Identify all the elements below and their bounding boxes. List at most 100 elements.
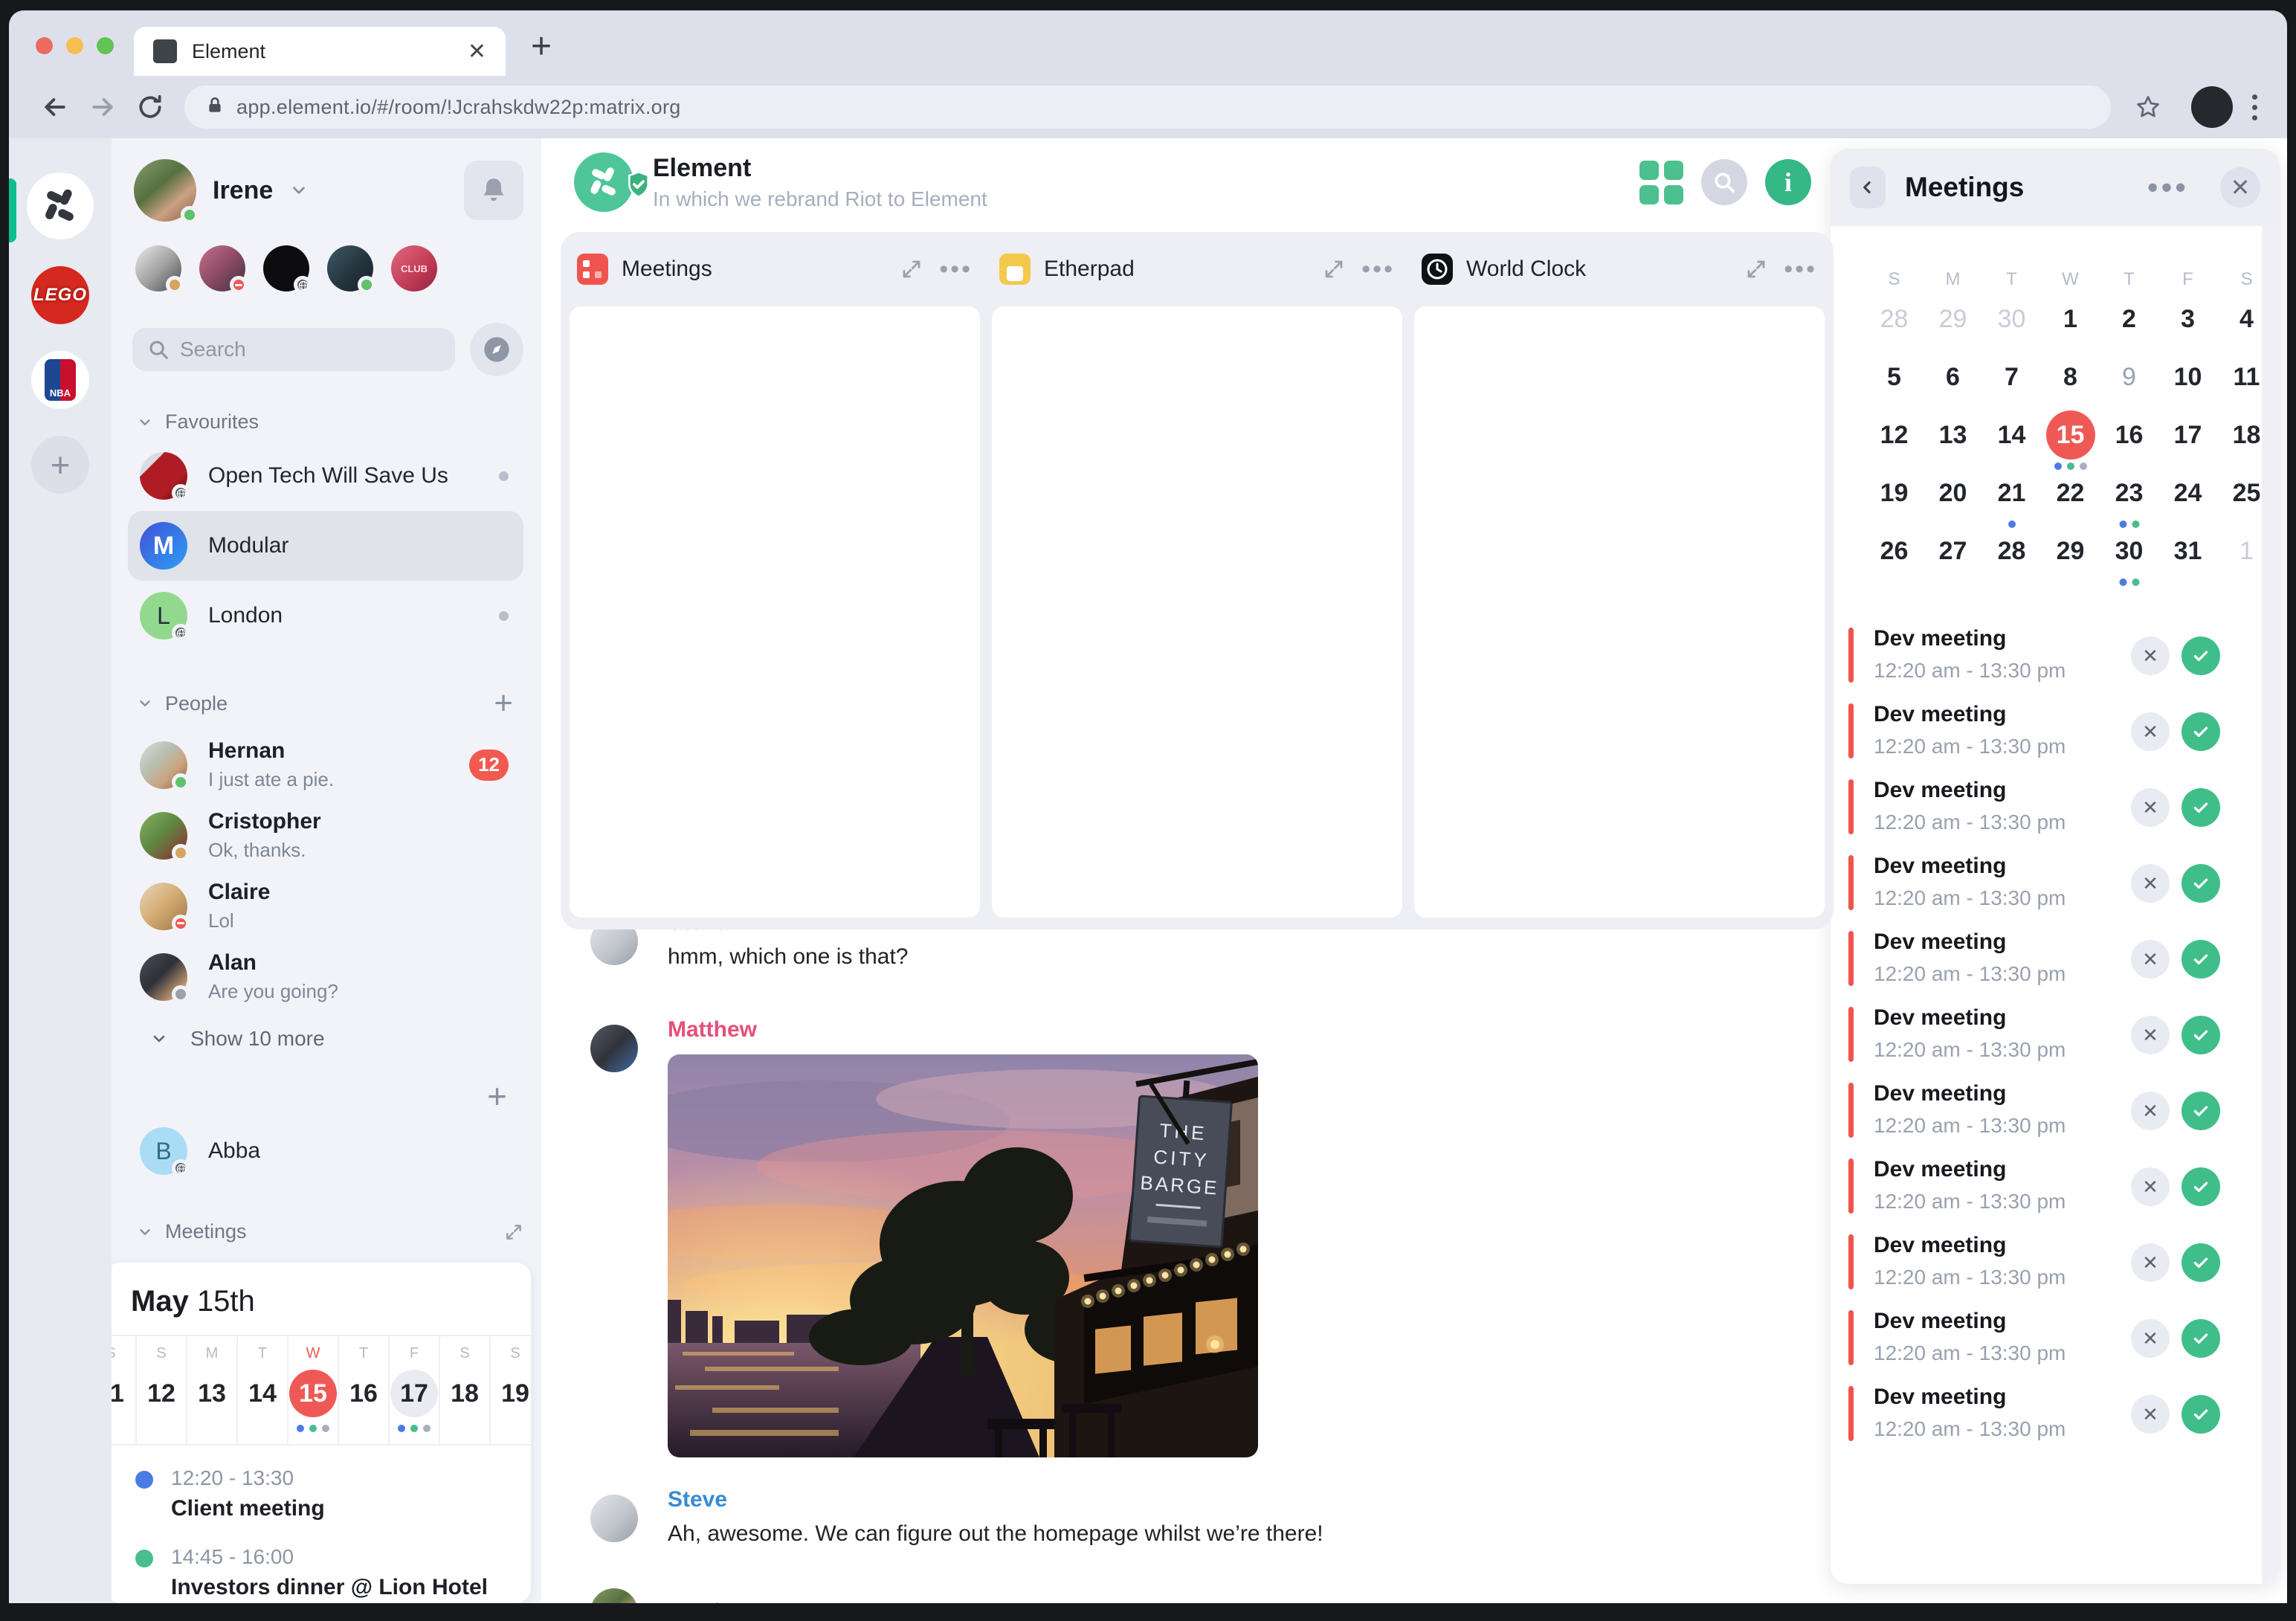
confirm-meeting-button[interactable] (2181, 1243, 2220, 1282)
calendar-day-cell[interactable]: 1 (2041, 290, 2100, 348)
week-strip-day[interactable]: S 11 (112, 1336, 137, 1444)
space-lego[interactable]: LEGO (31, 266, 89, 324)
room-item-modular[interactable]: M Modular (128, 511, 523, 581)
browser-tab[interactable]: Element ✕ (134, 27, 506, 76)
week-strip-day[interactable]: F 17 (390, 1336, 440, 1444)
dismiss-meeting-button[interactable]: ✕ (2131, 1319, 2170, 1358)
back-button[interactable] (1850, 167, 1886, 208)
section-favourites[interactable]: Favourites (137, 410, 523, 434)
notifications-bell-button[interactable] (464, 161, 523, 220)
section-people[interactable]: People + (137, 685, 523, 722)
space-nba[interactable]: NBA (31, 351, 89, 409)
room-item-london[interactable]: L London (128, 581, 523, 651)
week-strip-day[interactable]: S 19 (491, 1336, 531, 1444)
confirm-meeting-button[interactable] (2181, 864, 2220, 903)
expand-icon[interactable] (504, 1222, 523, 1242)
dismiss-meeting-button[interactable]: ✕ (2131, 1016, 2170, 1054)
man-glasses-avatar[interactable] (199, 245, 248, 294)
world-clock-widget-body[interactable] (1414, 306, 1825, 918)
person-item-claire[interactable]: Claire Lol (128, 871, 523, 941)
dismiss-meeting-button[interactable]: ✕ (2131, 1167, 2170, 1206)
calendar-day-cell[interactable]: 8 (2041, 348, 2100, 406)
widget-menu-icon[interactable]: ••• (1361, 255, 1395, 284)
room-info-button[interactable]: i (1765, 159, 1811, 205)
room-item-abba[interactable]: B Abba (128, 1116, 523, 1186)
calendar-day-cell[interactable]: 28 (1865, 290, 1923, 348)
person-item-hernan[interactable]: Hernan I just ate a pie. 12 (128, 729, 523, 800)
dismiss-meeting-button[interactable]: ✕ (2131, 864, 2170, 903)
calendar-event[interactable]: 14:45 - 16:00 Investors dinner @ Lion Hot… (135, 1545, 509, 1600)
matthew-avatar[interactable] (590, 1025, 638, 1072)
expand-icon[interactable] (900, 258, 923, 280)
calendar-day-cell[interactable]: 11 (2217, 348, 2276, 406)
meeting-item[interactable]: Dev meeting 12:20 am - 13:30 pm ✕ (1831, 620, 2280, 696)
section-meetings[interactable]: Meetings (137, 1220, 523, 1243)
widget-menu-icon[interactable]: ••• (939, 255, 973, 284)
add-person-button[interactable]: + (494, 685, 513, 722)
dismiss-meeting-button[interactable]: ✕ (2131, 1092, 2170, 1130)
confirm-meeting-button[interactable] (2181, 1016, 2220, 1054)
calendar-day-cell[interactable]: 6 (1923, 348, 1982, 406)
browser-menu-icon[interactable] (2252, 94, 2257, 120)
new-tab-button[interactable]: + (531, 26, 552, 67)
bookmark-star-icon[interactable] (2124, 83, 2172, 131)
week-strip-day[interactable]: T 16 (339, 1336, 390, 1444)
confirm-meeting-button[interactable] (2181, 1092, 2220, 1130)
calendar-event[interactable]: 12:20 - 13:30 Client meeting (135, 1466, 509, 1521)
calendar-day-cell[interactable]: 1 (2217, 522, 2276, 580)
search-input[interactable]: Search (132, 328, 455, 371)
calendar-day-cell[interactable]: 13 (1923, 406, 1982, 464)
calendar-day-cell[interactable]: 19 (1865, 464, 1923, 522)
dark-avatar[interactable] (263, 245, 312, 294)
calendar-day-cell[interactable]: 30 (2100, 522, 2158, 586)
meeting-item[interactable]: Dev meeting 12:20 am - 13:30 pm ✕ (1831, 999, 2280, 1075)
calendar-day-cell[interactable]: 27 (1923, 522, 1982, 580)
calendar-day-cell[interactable]: 9 (2100, 348, 2158, 406)
dismiss-meeting-button[interactable]: ✕ (2131, 940, 2170, 979)
user-avatar[interactable] (134, 159, 199, 224)
meeting-item[interactable]: Dev meeting 12:20 am - 13:30 pm ✕ (1831, 1227, 2280, 1303)
dismiss-meeting-button[interactable]: ✕ (2131, 788, 2170, 827)
calendar-day-cell[interactable]: 18 (2217, 406, 2276, 464)
space-element[interactable] (27, 173, 94, 239)
person-item-cristopher[interactable]: Cristopher Ok, thanks. (128, 800, 523, 871)
room-item-open-tech-will-save-us[interactable]: Open Tech Will Save Us (128, 441, 523, 511)
calendar-day-cell[interactable]: 29 (1923, 290, 1982, 348)
week-strip-day[interactable]: T 14 (238, 1336, 288, 1444)
calendar-day-cell[interactable]: 25 (2217, 464, 2276, 522)
zoom-window-button[interactable] (97, 37, 114, 54)
meeting-item[interactable]: Dev meeting 12:20 am - 13:30 pm ✕ (1831, 1151, 2280, 1227)
confirm-meeting-button[interactable] (2181, 712, 2220, 751)
confirm-meeting-button[interactable] (2181, 637, 2220, 675)
room-topic[interactable]: In which we rebrand Riot to Element (653, 187, 987, 211)
meeting-item[interactable]: Dev meeting 12:20 am - 13:30 pm ✕ (1831, 848, 2280, 924)
man-with-cap-avatar[interactable] (135, 245, 184, 294)
minimize-window-button[interactable] (66, 37, 83, 54)
expand-icon[interactable] (1323, 258, 1345, 280)
widget-menu-icon[interactable]: ••• (1784, 255, 1817, 284)
calendar-day-cell[interactable]: 26 (1865, 522, 1923, 580)
apps-grid-button[interactable] (1639, 160, 1683, 204)
calendar-day-cell[interactable]: 15 (2041, 406, 2100, 470)
dismiss-meeting-button[interactable]: ✕ (2131, 712, 2170, 751)
chevron-down-icon[interactable] (289, 181, 309, 200)
calendar-day-cell[interactable]: 22 (2041, 464, 2100, 522)
panel-menu-icon[interactable]: ••• (2147, 170, 2189, 205)
steve-avatar[interactable] (590, 1495, 638, 1542)
meeting-item[interactable]: Dev meeting 12:20 am - 13:30 pm ✕ (1831, 1303, 2280, 1379)
add-space-button[interactable]: + (31, 436, 89, 494)
calendar-day-cell[interactable]: 23 (2100, 464, 2158, 528)
meeting-item[interactable]: Dev meeting 12:20 am - 13:30 pm ✕ (1831, 696, 2280, 772)
calendar-day-cell[interactable]: 20 (1923, 464, 1982, 522)
calendar-day-cell[interactable]: 7 (1982, 348, 2041, 406)
close-window-button[interactable] (36, 37, 53, 54)
reload-icon[interactable] (126, 83, 174, 131)
tab-close-icon[interactable]: ✕ (468, 39, 486, 65)
etherpad-widget-body[interactable] (992, 306, 1402, 918)
club-sign-avatar[interactable]: CLUB (391, 245, 437, 291)
dismiss-meeting-button[interactable]: ✕ (2131, 1395, 2170, 1434)
sender-name[interactable]: Matthew (668, 1017, 1258, 1042)
calendar-day-cell[interactable]: 10 (2158, 348, 2217, 406)
calendar-day-cell[interactable]: 12 (1865, 406, 1923, 464)
meeting-item[interactable]: Dev meeting 12:20 am - 13:30 pm ✕ (1831, 924, 2280, 999)
